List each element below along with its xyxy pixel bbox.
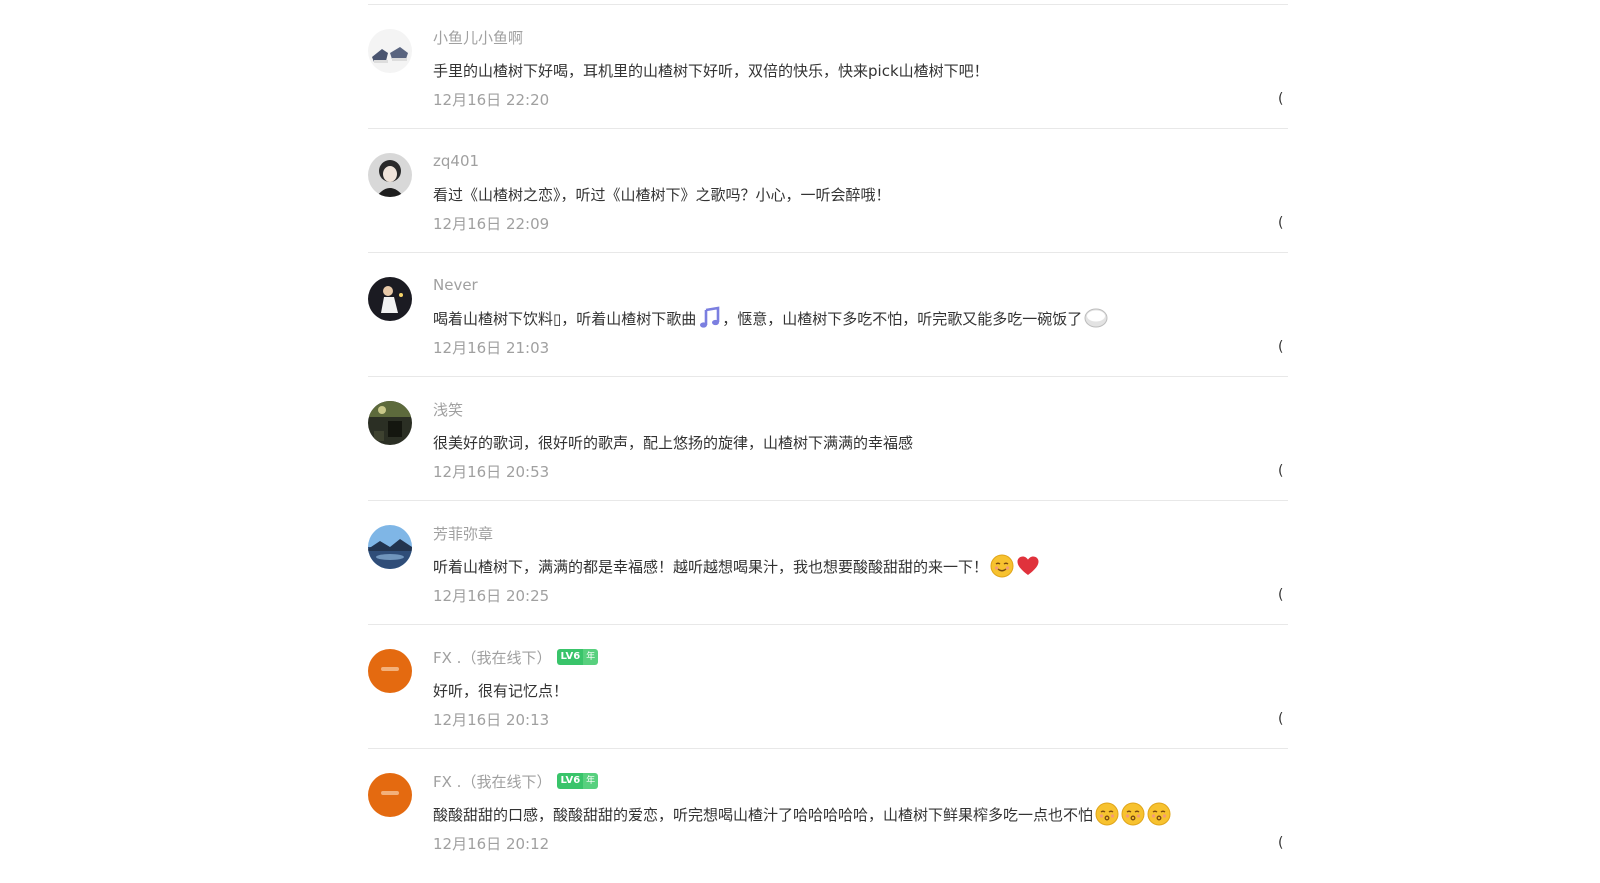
avatar[interactable]	[368, 153, 412, 197]
reply-button[interactable]: (	[1278, 339, 1288, 355]
comments-list: 小鱼儿小鱼啊 手里的山楂树下好喝，耳机里的山楂树下好听，双倍的快乐，快来pick…	[368, 0, 1288, 883]
comment-item: zq401 看过《山楂树之恋》，听过《山楂树下》之歌吗？小心，一听会醉哦！ 12…	[368, 128, 1288, 255]
username[interactable]: 浅笑	[433, 399, 463, 419]
comment-text: 手里的山楂树下好喝，耳机里的山楂树下好听，双倍的快乐，快来pick山楂树下吧！	[433, 61, 989, 80]
comment-text: 听着山楂树下，满满的都是幸福感！越听越想喝果汁，我也想要酸酸甜甜的来一下！	[433, 553, 1040, 579]
comment-item: FX .（我在线下） LV6 年 好听，很有记忆点！ 12月16日 20:13 …	[368, 624, 1288, 751]
avatar[interactable]	[368, 525, 412, 569]
comment-time: 12月16日 22:20	[433, 91, 550, 109]
comment-item: Never 喝着山楂树下饮料▯，听着山楂树下歌曲 ，惬意，山楂树下多吃不怕，听完…	[368, 252, 1288, 379]
reply-button[interactable]: (	[1278, 587, 1288, 603]
avatar[interactable]	[368, 277, 412, 321]
level-badge: LV6 年	[557, 648, 599, 666]
kissing-face-icon	[1095, 802, 1119, 826]
username[interactable]: zq401	[433, 151, 479, 171]
comment-text: 看过《山楂树之恋》，听过《山楂树下》之歌吗？小心，一听会醉哦！	[433, 185, 891, 204]
level-badge: LV6 年	[557, 772, 599, 790]
red-heart-icon	[1017, 556, 1039, 575]
kissing-face-icon	[1121, 802, 1145, 826]
comment-time: 12月16日 22:09	[433, 215, 550, 233]
comment-item: 浅笑 很美好的歌词，很好听的歌声，配上悠扬的旋律，山楂树下满满的幸福感 12月1…	[368, 376, 1288, 503]
comment-text: 很美好的歌词，很好听的歌声，配上悠扬的旋律，山楂树下满满的幸福感	[433, 433, 914, 452]
comment-time: 12月16日 20:13	[433, 711, 550, 729]
comment-time: 12月16日 21:03	[433, 339, 550, 357]
comment-item: 小鱼儿小鱼啊 手里的山楂树下好喝，耳机里的山楂树下好听，双倍的快乐，快来pick…	[368, 4, 1288, 131]
music-note-icon	[700, 306, 720, 328]
username[interactable]: FX .（我在线下） LV6 年	[433, 771, 599, 791]
avatar[interactable]	[368, 29, 412, 73]
avatar[interactable]	[368, 773, 412, 817]
comment-text: 好听，很有记忆点！	[433, 681, 569, 700]
comment-text: 喝着山楂树下饮料▯，听着山楂树下歌曲 ，惬意，山楂树下多吃不怕，听完歌又能多吃一…	[433, 305, 1108, 331]
avatar[interactable]	[368, 649, 412, 693]
username[interactable]: Never	[433, 275, 478, 295]
comment-text: 酸酸甜甜的口感，酸酸甜甜的爱恋，听完想喝山楂汁了哈哈哈哈哈，山楂树下鲜果榨多吃一…	[433, 801, 1171, 827]
username[interactable]: FX .（我在线下） LV6 年	[433, 647, 599, 667]
reply-button[interactable]: (	[1278, 215, 1288, 231]
comment-time: 12月16日 20:25	[433, 587, 550, 605]
username[interactable]: 小鱼儿小鱼啊	[433, 27, 523, 47]
reply-button[interactable]: (	[1278, 91, 1288, 107]
kissing-face-icon	[1147, 802, 1171, 826]
reply-button[interactable]: (	[1278, 711, 1288, 727]
reply-button[interactable]: (	[1278, 835, 1288, 851]
username[interactable]: 芳菲弥章	[433, 523, 493, 543]
comment-time: 12月16日 20:53	[433, 463, 550, 481]
avatar[interactable]	[368, 401, 412, 445]
comment-time: 12月16日 20:12	[433, 835, 550, 853]
comment-item: FX .（我在线下） LV6 年 酸酸甜甜的口感，酸酸甜甜的爱恋，听完想喝山楂汁…	[368, 748, 1288, 875]
smiling-face-icon	[990, 554, 1014, 578]
reply-button[interactable]: (	[1278, 463, 1288, 479]
rice-bowl-icon	[1084, 308, 1108, 328]
comment-item: 芳菲弥章 听着山楂树下，满满的都是幸福感！越听越想喝果汁，我也想要酸酸甜甜的来一…	[368, 500, 1288, 627]
